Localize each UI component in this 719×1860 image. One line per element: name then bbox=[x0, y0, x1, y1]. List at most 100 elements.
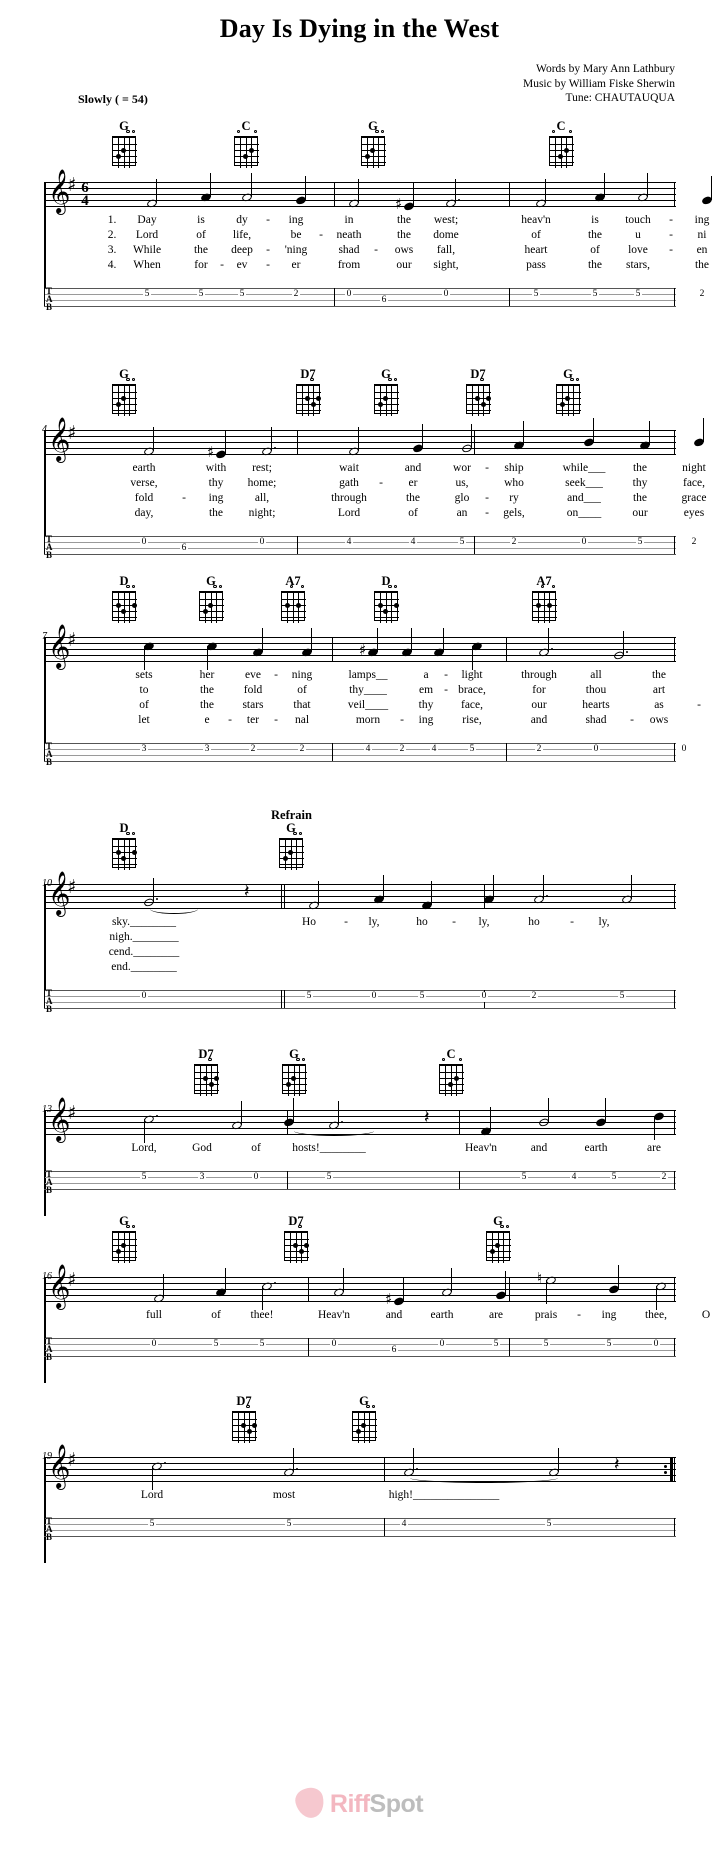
quarter-rest-icon: 𝄽 bbox=[244, 881, 250, 902]
lyric-syllable: ing bbox=[208, 492, 224, 504]
lyric-syllable: and bbox=[530, 1142, 548, 1154]
open-string-icon bbox=[575, 378, 580, 382]
open-string-icon bbox=[393, 585, 398, 589]
tab-fret-number: 5 bbox=[325, 1172, 333, 1183]
lyric-syllable: - bbox=[319, 229, 323, 241]
lyric-syllable: - bbox=[182, 492, 186, 504]
lyric-syllable: 4. bbox=[107, 259, 117, 271]
lyric-syllable: - bbox=[577, 1309, 581, 1321]
slur bbox=[150, 904, 198, 914]
lyric-syllable: is bbox=[197, 214, 205, 226]
lyric-syllable: 1. bbox=[107, 214, 117, 226]
lyric-syllable: - bbox=[379, 477, 383, 489]
tab-fret-number: 0 bbox=[592, 744, 600, 755]
finger-dot-icon bbox=[132, 602, 138, 608]
chord-fretboard-icon bbox=[111, 378, 137, 416]
tab-fret-number: 0 bbox=[438, 1339, 446, 1350]
lyric-syllable: Heav'n bbox=[464, 1142, 498, 1154]
lyric-syllable: - bbox=[669, 229, 673, 241]
lyric-syllable: on____ bbox=[566, 507, 602, 519]
lyric-syllable: Lord, bbox=[131, 1142, 157, 1154]
tab-barline bbox=[332, 743, 334, 761]
lyric-syllable: morn bbox=[355, 714, 381, 726]
lyric-syllable: eyes bbox=[683, 507, 705, 519]
tab-fret-number: 2 bbox=[660, 1172, 668, 1183]
tab-fret-number: 3 bbox=[140, 744, 148, 755]
tab-fret-number: 0 bbox=[442, 289, 450, 300]
barline-end bbox=[674, 182, 676, 206]
chord-diagram: D bbox=[102, 575, 146, 623]
chord-fretboard-icon bbox=[555, 378, 581, 416]
lyric-syllable: most bbox=[272, 1489, 296, 1501]
note-stem bbox=[402, 1277, 404, 1301]
lyric-syllable: verse, bbox=[130, 477, 158, 489]
lyric-syllable: her bbox=[199, 669, 215, 681]
finger-dot-icon bbox=[295, 602, 301, 608]
open-string-icon bbox=[131, 378, 136, 382]
lyric-syllable: from bbox=[337, 259, 361, 271]
open-string-icon bbox=[253, 130, 258, 134]
lyric-syllable: and bbox=[404, 462, 422, 474]
lyric-syllable: while___ bbox=[562, 462, 606, 474]
note-stem bbox=[450, 1268, 452, 1292]
chord-diagram: C bbox=[429, 1048, 473, 1096]
chord-diagram: D bbox=[102, 822, 146, 870]
note-stem bbox=[224, 1268, 226, 1292]
key-signature-sharp-icon: ♯ bbox=[67, 876, 77, 898]
tab-fret-number: 5 bbox=[418, 991, 426, 1002]
lyric-syllable: for bbox=[532, 684, 546, 696]
finger-dot-icon bbox=[208, 1081, 214, 1087]
open-string-icon bbox=[310, 378, 314, 382]
chord-fretboard-icon bbox=[295, 378, 322, 416]
lyric-syllable: the bbox=[405, 492, 421, 504]
chord-fretboard-icon bbox=[283, 1225, 310, 1263]
lyric-line: let e - ter - nal morn - ing rise, and shad - ows bbox=[44, 714, 676, 729]
tab-fret-number: 0 bbox=[140, 537, 148, 548]
credit-tune: Tune: CHAUTAUQUA bbox=[565, 92, 675, 104]
tab-clef-label: TAB bbox=[46, 1336, 53, 1363]
sharp-icon: ♯ bbox=[359, 641, 367, 659]
note-stem bbox=[262, 1286, 264, 1310]
lyric-syllable: veil____ bbox=[347, 699, 389, 711]
open-string-icon bbox=[568, 130, 573, 134]
lyric-syllable: dy bbox=[236, 214, 248, 226]
barline bbox=[484, 884, 486, 908]
open-string-icon bbox=[540, 585, 544, 589]
chord-diagram: G bbox=[272, 1048, 316, 1096]
note-stem bbox=[592, 418, 594, 442]
lyric-syllable: fold bbox=[243, 684, 263, 696]
tab-fret-number: 0 bbox=[150, 1339, 158, 1350]
finger-dot-icon bbox=[377, 401, 383, 407]
chord-diagram: A7 bbox=[271, 575, 315, 623]
lyric-syllable: thee! bbox=[250, 1309, 274, 1321]
note-stem bbox=[492, 875, 494, 899]
note-stem bbox=[152, 878, 154, 902]
lyric-syllable: gels, bbox=[503, 507, 525, 519]
lyric-syllable: ing bbox=[288, 214, 304, 226]
finger-dot-icon bbox=[361, 1422, 367, 1428]
quarter-rest-icon: 𝄽 bbox=[614, 1454, 620, 1475]
note-stem bbox=[546, 1280, 548, 1304]
lyric-syllable: all bbox=[590, 669, 602, 681]
watermark-spot: Spot bbox=[369, 1790, 424, 1818]
finger-dot-icon bbox=[288, 849, 294, 855]
note-stem bbox=[547, 1098, 549, 1122]
lyric-syllable: prais bbox=[534, 1309, 558, 1321]
lyric-syllable: full bbox=[146, 1309, 162, 1321]
lyric-line: 4. When for - ev - er from our sight, pass the stars… bbox=[44, 259, 709, 274]
tab-fret-number: 0 bbox=[345, 289, 353, 300]
lyric-syllable: - bbox=[266, 244, 270, 256]
tie bbox=[410, 1473, 558, 1483]
tab-fret-number: 5 bbox=[197, 289, 205, 300]
lyric-line: end.________ bbox=[44, 961, 676, 976]
lyric-line: verse, thy home; gath - er us, who seek___ thy fac… bbox=[44, 477, 705, 492]
lyric-syllable: em bbox=[418, 684, 434, 696]
chord-diagram-row: DG bbox=[44, 822, 676, 876]
lyric-syllable: - bbox=[485, 462, 489, 474]
note-stem bbox=[702, 418, 704, 442]
chord-diagram-row: GCGC bbox=[44, 120, 676, 174]
lyric-syllable: en bbox=[696, 244, 708, 256]
tablature-staff: TAB 5 5 5 2 0 6 0 5 5 5 2 bbox=[44, 286, 706, 312]
open-string-icon bbox=[500, 1225, 504, 1229]
tab-clef-label: TAB bbox=[46, 1169, 53, 1196]
